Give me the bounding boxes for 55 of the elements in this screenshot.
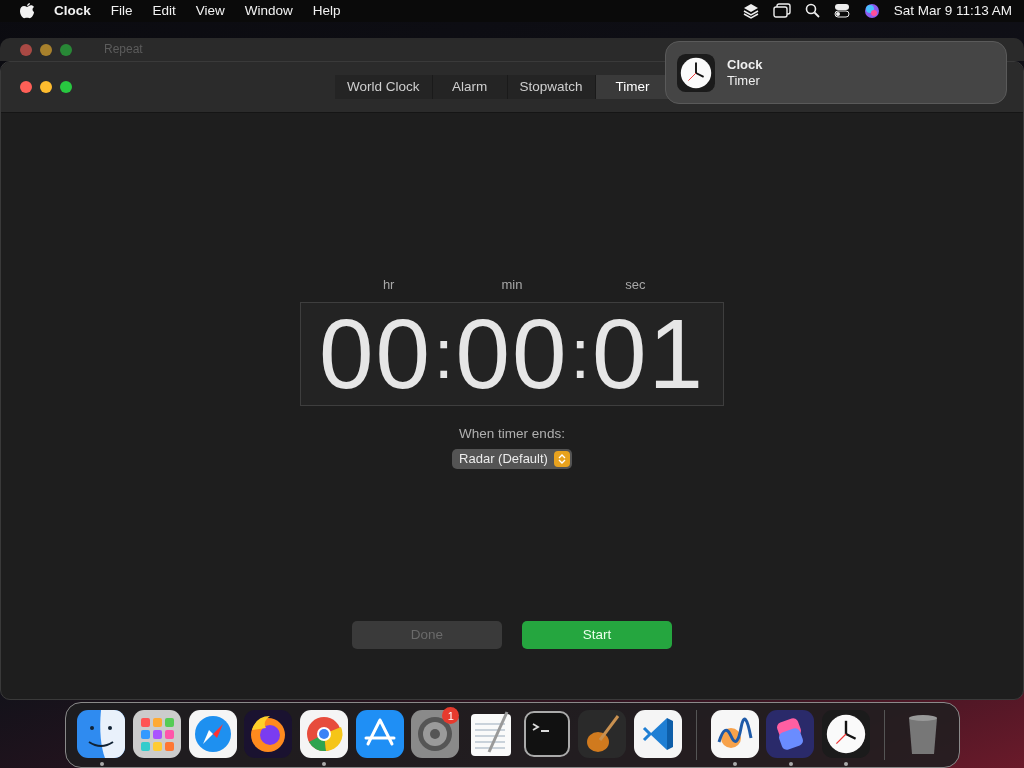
- tab[interactable]: Timer: [595, 74, 671, 99]
- tab[interactable]: World Clock: [335, 74, 433, 99]
- notification-title: Clock: [727, 56, 763, 73]
- code-editor-icon[interactable]: [634, 710, 683, 758]
- tab[interactable]: Stopwatch: [507, 74, 596, 99]
- windows-icon[interactable]: [772, 3, 791, 19]
- unit-label: min: [500, 276, 524, 292]
- time-digits: 00: [319, 304, 433, 403]
- running-indicator: [788, 762, 793, 766]
- timer-display[interactable]: 00:00:01: [300, 301, 724, 406]
- window-control-icon[interactable]: [40, 43, 52, 56]
- window-control-icon[interactable]: [40, 80, 52, 93]
- notification-body: Timer: [727, 72, 761, 89]
- terminal-icon[interactable]: [522, 710, 571, 758]
- window-control-icon[interactable]: [20, 80, 32, 93]
- scribble-icon[interactable]: [710, 710, 759, 758]
- guitar-icon[interactable]: [578, 710, 627, 758]
- notification-badge: 1: [442, 707, 460, 724]
- grid-icon[interactable]: [133, 710, 181, 758]
- clock-icon: [822, 710, 871, 758]
- stacked-squares-icon[interactable]: [766, 710, 815, 758]
- menu-item[interactable]: Help: [312, 3, 341, 19]
- orb-icon[interactable]: [863, 3, 880, 19]
- separator: :: [570, 318, 590, 389]
- running-indicator: [99, 762, 104, 766]
- running-indicator: [732, 762, 737, 766]
- apple-icon[interactable]: [20, 3, 34, 19]
- menu-item[interactable]: View: [195, 3, 225, 19]
- running-indicator: [844, 762, 849, 766]
- time-digits: 01: [591, 304, 705, 403]
- sound-dropdown[interactable]: Radar (Default): [452, 448, 572, 469]
- chevron-up-down-icon: [553, 450, 570, 467]
- menu-item[interactable]: Edit: [152, 3, 176, 19]
- menu-item[interactable]: Window: [244, 3, 293, 19]
- toggles-icon[interactable]: [833, 3, 850, 19]
- running-indicator: [322, 762, 327, 766]
- layers-icon[interactable]: [742, 3, 759, 19]
- face-icon[interactable]: [77, 710, 126, 758]
- sound-label: When timer ends:: [459, 425, 565, 441]
- app-store-icon[interactable]: [355, 710, 404, 758]
- unit-label: hr: [381, 276, 396, 292]
- notification-banner[interactable]: Clock Timer: [665, 41, 1007, 104]
- window-control-icon[interactable]: [60, 80, 72, 93]
- fox-globe-icon[interactable]: [244, 710, 293, 758]
- menu-item[interactable]: File: [110, 3, 133, 19]
- tab[interactable]: Alarm: [432, 74, 508, 99]
- search-icon[interactable]: [804, 3, 820, 19]
- clock-icon: [677, 53, 715, 92]
- menu-bar-clock[interactable]: Sat Mar 9 11:13 AM: [893, 3, 1012, 19]
- gear-icon[interactable]: [411, 710, 460, 758]
- app-menu[interactable]: Clock: [54, 3, 91, 19]
- compass-icon[interactable]: [188, 710, 237, 758]
- unit-label: sec: [624, 276, 647, 292]
- time-digits: 00: [455, 304, 569, 403]
- separator: :: [434, 318, 454, 389]
